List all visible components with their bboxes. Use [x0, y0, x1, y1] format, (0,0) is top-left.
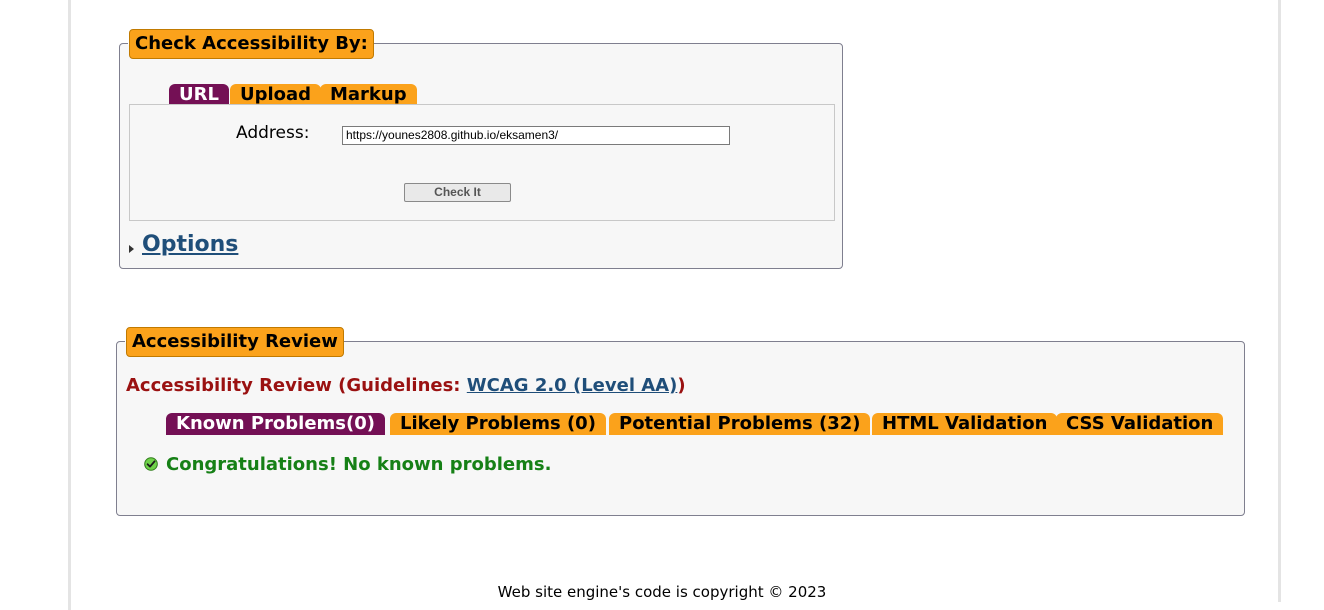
- tab-potential-problems[interactable]: Potential Problems (32): [609, 413, 871, 435]
- address-input[interactable]: https://younes2808.github.io/eksamen3/: [342, 126, 730, 145]
- accessibility-review-legend: Accessibility Review: [126, 327, 344, 357]
- address-label: Address:: [236, 123, 310, 143]
- page-frame-right: [1278, 0, 1281, 602]
- tab-known-problems[interactable]: Known Problems(0): [166, 413, 385, 435]
- footer-copyright: Web site engine's code is copyright © 20…: [497, 583, 827, 601]
- tab-html-validation[interactable]: HTML Validation: [872, 413, 1058, 435]
- options-link[interactable]: Options: [142, 232, 238, 257]
- expand-arrow-icon[interactable]: [129, 245, 134, 253]
- heading-suffix: ): [677, 375, 686, 396]
- tab-css-validation[interactable]: CSS Validation: [1056, 413, 1224, 435]
- review-guidelines-heading: Accessibility Review (Guidelines: WCAG 2…: [126, 375, 686, 396]
- tab-markup[interactable]: Markup: [320, 84, 417, 106]
- no-known-problems-message: Congratulations! No known problems.: [166, 454, 552, 475]
- heading-prefix: Accessibility Review (Guidelines:: [126, 375, 467, 396]
- green-check-icon: [144, 457, 158, 471]
- page-frame-left: [68, 0, 71, 610]
- check-accessibility-legend: Check Accessibility By:: [129, 29, 374, 59]
- tab-url[interactable]: URL: [169, 84, 229, 106]
- tab-likely-problems[interactable]: Likely Problems (0): [390, 413, 606, 435]
- check-it-button[interactable]: Check It: [404, 183, 511, 202]
- url-input-panel: [129, 104, 835, 221]
- tab-upload[interactable]: Upload: [230, 84, 322, 106]
- wcag-guideline-link[interactable]: WCAG 2.0 (Level AA): [467, 375, 678, 396]
